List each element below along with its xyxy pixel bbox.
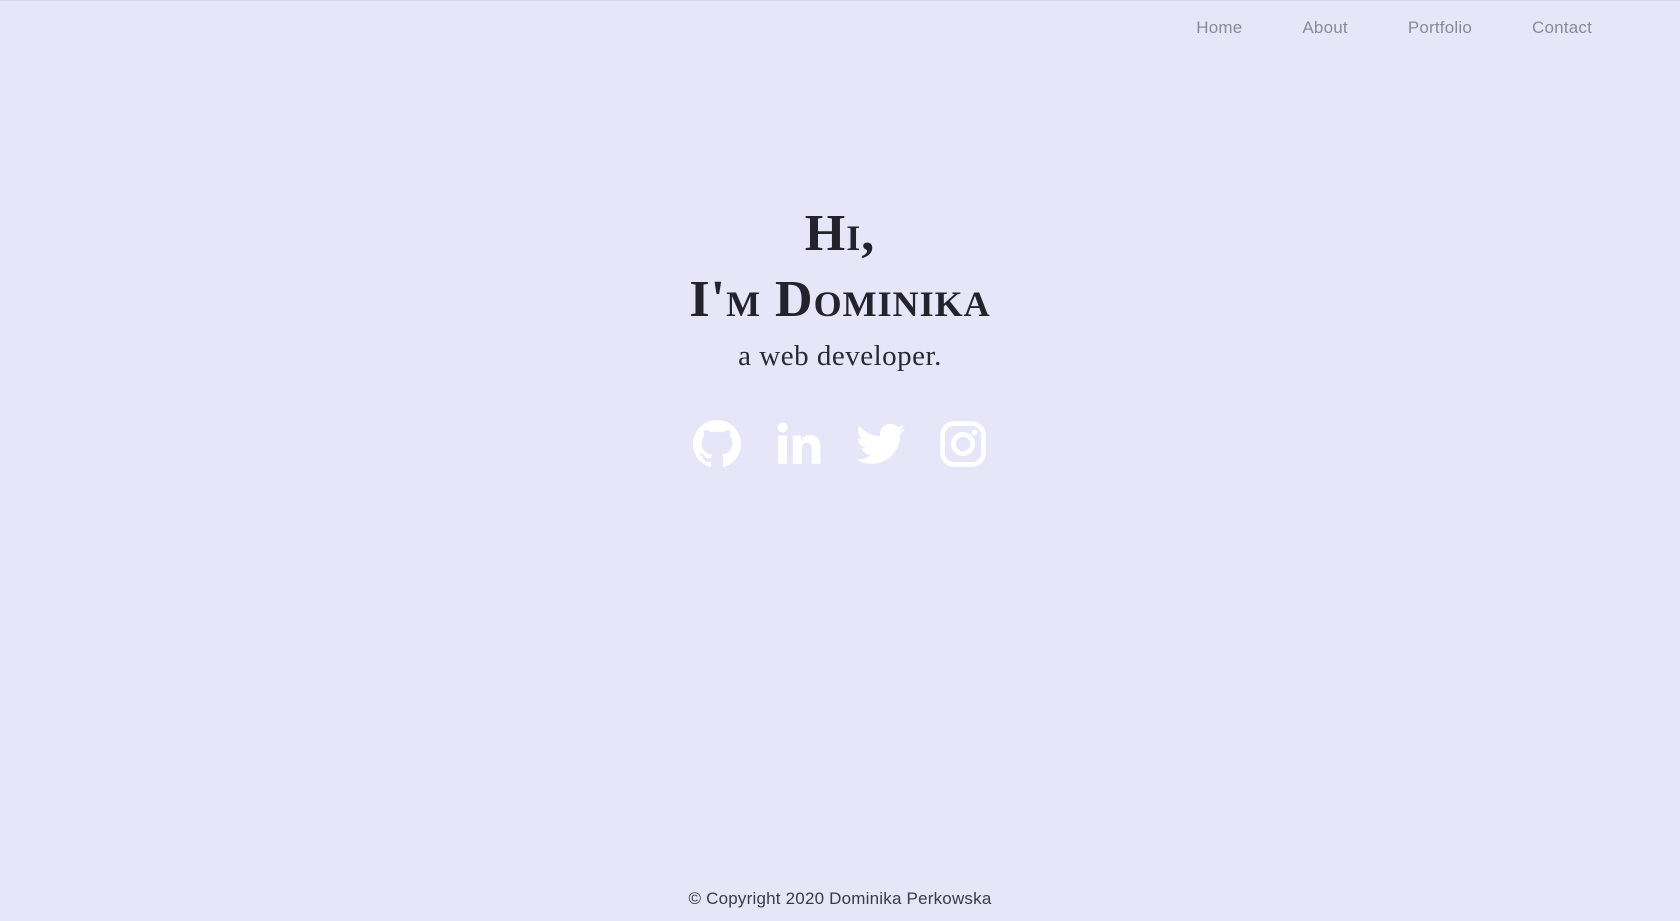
hero-subtitle: a web developer. <box>738 340 942 372</box>
linkedin-icon <box>774 419 824 469</box>
twitter-link[interactable] <box>856 419 906 469</box>
twitter-icon <box>856 419 906 469</box>
nav-portfolio-link[interactable]: Portfolio <box>1408 18 1472 38</box>
hero-greeting: Hi, <box>804 205 876 262</box>
hero-section: Hi, I'm Dominika a web developer. <box>0 201 1680 374</box>
github-link[interactable] <box>692 419 742 469</box>
main-nav: Home About Portfolio Contact <box>1196 18 1592 38</box>
nav-contact-link[interactable]: Contact <box>1532 18 1592 38</box>
instagram-link[interactable] <box>938 419 988 469</box>
nav-about-link[interactable]: About <box>1302 18 1347 38</box>
footer-copyright: © Copyright 2020 Dominika Perkowska <box>688 889 992 908</box>
social-links <box>0 419 1680 469</box>
instagram-icon <box>938 419 988 469</box>
hero-name: I'm Dominika <box>689 271 991 328</box>
linkedin-link[interactable] <box>774 419 824 469</box>
github-icon <box>692 419 742 469</box>
nav-home-link[interactable]: Home <box>1196 18 1242 38</box>
